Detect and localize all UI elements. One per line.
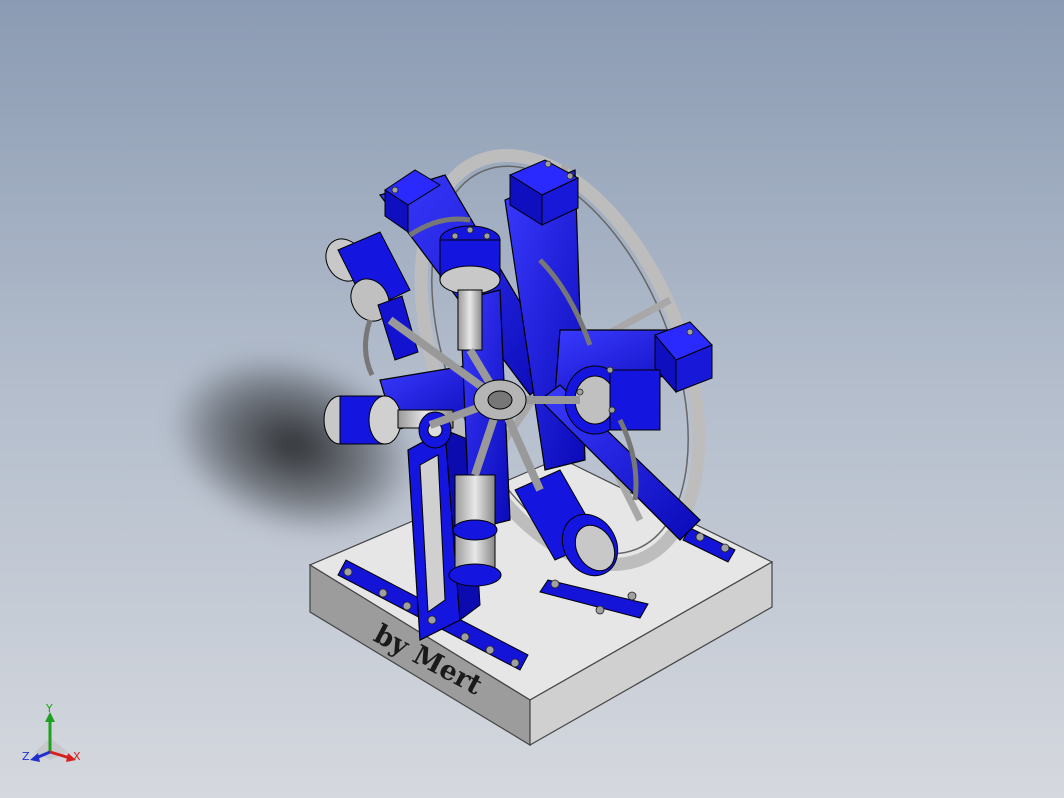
engine-model[interactable]: by Mert Y X Z [0,0,1064,798]
y-axis-label: Y [45,702,53,715]
x-axis-label: X [73,750,81,763]
reference-triad: Y X Z [22,702,81,763]
z-axis-label: Z [22,750,30,763]
cylinder-upper-left [325,231,419,361]
cylinder-bottom [448,474,502,587]
graphics-viewport[interactable]: by Mert Y X Z [0,0,1064,798]
z-axis-arrow-icon [30,753,40,762]
